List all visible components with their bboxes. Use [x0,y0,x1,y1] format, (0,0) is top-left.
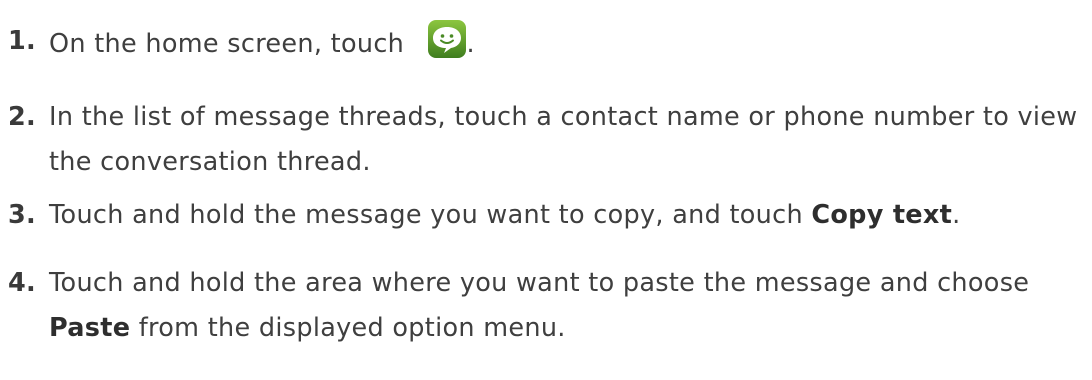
step-text-end: . [466,29,475,59]
step-number: 1. [8,26,37,56]
step-number: 3. [8,200,37,230]
step-3: 3. Touch and hold the message you want t… [8,193,961,238]
step-4: 4. Touch and hold the area where you wan… [8,261,1088,351]
paste-label: Paste [49,313,131,343]
step-2: 2. In the list of message threads, touch… [8,95,1088,185]
step-number: 4. [8,268,37,298]
step-number: 2. [8,102,37,132]
step-text: Touch and hold the message you want to c… [49,200,812,230]
step-text: Touch and hold the area where you want t… [49,268,1030,298]
copy-text-label: Copy text [811,200,953,230]
step-1: 1. On the home screen, touch . [8,19,475,67]
step-text-end: from the displayed option menu. [130,313,566,343]
step-text-end: . [952,200,961,230]
step-text: On the home screen, touch [49,29,405,59]
step-text: In the list of message threads, touch a … [49,102,1078,177]
messaging-app-icon [427,19,467,59]
